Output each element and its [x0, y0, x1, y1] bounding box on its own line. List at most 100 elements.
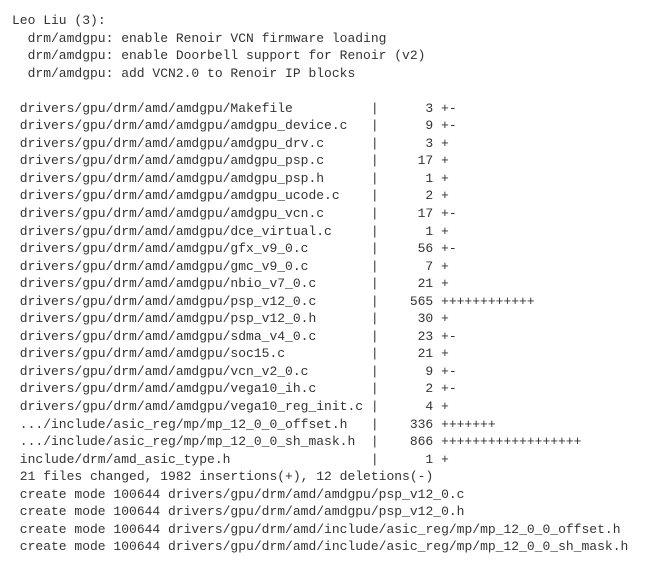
- diffstat-graph: +-: [441, 380, 457, 398]
- diffstat-separator: |: [363, 433, 386, 451]
- diffstat-file: drivers/gpu/drm/amd/amdgpu/amdgpu_drv.c: [20, 135, 363, 153]
- diffstat-count: 1: [386, 451, 441, 469]
- diffstat-count: 2: [386, 187, 441, 205]
- commit-message: drm/amdgpu: enable Renoir VCN firmware l…: [12, 30, 658, 48]
- diffstat-count: 21: [386, 345, 441, 363]
- diffstat-graph: +: [441, 451, 449, 469]
- diffstat-separator: |: [363, 363, 386, 381]
- diffstat-row: drivers/gpu/drm/amd/amdgpu/amdgpu_psp.c|…: [20, 152, 658, 170]
- diffstat-graph: +-: [441, 205, 457, 223]
- diffstat-row: drivers/gpu/drm/amd/amdgpu/amdgpu_drv.c|…: [20, 135, 658, 153]
- summary-line: 21 files changed, 1982 insertions(+), 12…: [12, 468, 658, 486]
- diffstat-row: drivers/gpu/drm/amd/amdgpu/vcn_v2_0.c|9+…: [20, 363, 658, 381]
- diffstat-separator: |: [363, 223, 386, 241]
- diffstat-row: drivers/gpu/drm/amd/amdgpu/gfx_v9_0.c|56…: [20, 240, 658, 258]
- diffstat-count: 56: [386, 240, 441, 258]
- diffstat-file: drivers/gpu/drm/amd/amdgpu/soc15.c: [20, 345, 363, 363]
- diffstat-separator: |: [363, 275, 386, 293]
- diffstat-count: 4: [386, 398, 441, 416]
- diffstat-count: 21: [386, 275, 441, 293]
- diffstat-graph: +: [441, 310, 449, 328]
- diffstat-separator: |: [363, 100, 386, 118]
- diffstat-file: drivers/gpu/drm/amd/amdgpu/dce_virtual.c: [20, 223, 363, 241]
- diffstat-separator: |: [363, 240, 386, 258]
- diffstat-count: 2: [386, 380, 441, 398]
- diffstat-file: drivers/gpu/drm/amd/amdgpu/nbio_v7_0.c: [20, 275, 363, 293]
- create-mode-line: create mode 100644 drivers/gpu/drm/amd/a…: [12, 486, 658, 504]
- diffstat-graph: +: [441, 223, 449, 241]
- diffstat-block: drivers/gpu/drm/amd/amdgpu/Makefile|3+-d…: [12, 100, 658, 468]
- diffstat-row: .../include/asic_reg/mp/mp_12_0_0_offset…: [20, 416, 658, 434]
- diffstat-row: drivers/gpu/drm/amd/amdgpu/psp_v12_0.h|3…: [20, 310, 658, 328]
- diffstat-file: include/drm/amd_asic_type.h: [20, 451, 363, 469]
- diffstat-graph: ++++++++++++: [441, 293, 535, 311]
- diffstat-separator: |: [363, 451, 386, 469]
- diffstat-file: drivers/gpu/drm/amd/amdgpu/vega10_reg_in…: [20, 398, 363, 416]
- diffstat-row: drivers/gpu/drm/amd/amdgpu/amdgpu_ucode.…: [20, 187, 658, 205]
- diffstat-count: 3: [386, 100, 441, 118]
- diffstat-row: include/drm/amd_asic_type.h|1+: [20, 451, 658, 469]
- diffstat-file: drivers/gpu/drm/amd/amdgpu/gfx_v9_0.c: [20, 240, 363, 258]
- diffstat-row: drivers/gpu/drm/amd/amdgpu/Makefile|3+-: [20, 100, 658, 118]
- diffstat-row: drivers/gpu/drm/amd/amdgpu/vega10_ih.c|2…: [20, 380, 658, 398]
- diffstat-file: drivers/gpu/drm/amd/amdgpu/psp_v12_0.h: [20, 310, 363, 328]
- spacer: [12, 82, 658, 100]
- diffstat-graph: +-: [441, 100, 457, 118]
- create-mode-line: create mode 100644 drivers/gpu/drm/amd/a…: [12, 503, 658, 521]
- diffstat-count: 17: [386, 152, 441, 170]
- diffstat-row: drivers/gpu/drm/amd/amdgpu/psp_v12_0.c|5…: [20, 293, 658, 311]
- diffstat-graph: +-: [441, 117, 457, 135]
- diffstat-count: 9: [386, 117, 441, 135]
- diffstat-count: 23: [386, 328, 441, 346]
- diffstat-count: 17: [386, 205, 441, 223]
- diffstat-count: 30: [386, 310, 441, 328]
- diffstat-file: drivers/gpu/drm/amd/amdgpu/amdgpu_vcn.c: [20, 205, 363, 223]
- diffstat-separator: |: [363, 416, 386, 434]
- commit-message: drm/amdgpu: add VCN2.0 to Renoir IP bloc…: [12, 65, 658, 83]
- diffstat-separator: |: [363, 152, 386, 170]
- diffstat-file: .../include/asic_reg/mp/mp_12_0_0_offset…: [20, 416, 363, 434]
- diffstat-separator: |: [363, 135, 386, 153]
- diffstat-count: 9: [386, 363, 441, 381]
- diffstat-file: drivers/gpu/drm/amd/amdgpu/psp_v12_0.c: [20, 293, 363, 311]
- diffstat-graph: +-: [441, 363, 457, 381]
- diffstat-count: 866: [386, 433, 441, 451]
- diffstat-graph: +: [441, 170, 449, 188]
- diffstat-graph: +: [441, 152, 449, 170]
- diffstat-separator: |: [363, 187, 386, 205]
- diffstat-count: 565: [386, 293, 441, 311]
- diffstat-count: 336: [386, 416, 441, 434]
- diffstat-separator: |: [363, 345, 386, 363]
- diffstat-separator: |: [363, 310, 386, 328]
- diffstat-graph: +-: [441, 240, 457, 258]
- diffstat-file: drivers/gpu/drm/amd/amdgpu/vega10_ih.c: [20, 380, 363, 398]
- diffstat-separator: |: [363, 380, 386, 398]
- author-line: Leo Liu (3):: [12, 12, 658, 30]
- diffstat-graph: ++++++++++++++++++: [441, 433, 581, 451]
- diffstat-count: 7: [386, 258, 441, 276]
- diffstat-file: .../include/asic_reg/mp/mp_12_0_0_sh_mas…: [20, 433, 363, 451]
- diffstat-file: drivers/gpu/drm/amd/amdgpu/amdgpu_ucode.…: [20, 187, 363, 205]
- diffstat-graph: +: [441, 135, 449, 153]
- diffstat-graph: +: [441, 258, 449, 276]
- diffstat-file: drivers/gpu/drm/amd/amdgpu/vcn_v2_0.c: [20, 363, 363, 381]
- diffstat-row: drivers/gpu/drm/amd/amdgpu/amdgpu_device…: [20, 117, 658, 135]
- diffstat-count: 1: [386, 170, 441, 188]
- diffstat-file: drivers/gpu/drm/amd/amdgpu/Makefile: [20, 100, 363, 118]
- diffstat-separator: |: [363, 258, 386, 276]
- diffstat-row: drivers/gpu/drm/amd/amdgpu/vega10_reg_in…: [20, 398, 658, 416]
- diffstat-separator: |: [363, 117, 386, 135]
- diffstat-graph: +: [441, 187, 449, 205]
- diffstat-file: drivers/gpu/drm/amd/amdgpu/gmc_v9_0.c: [20, 258, 363, 276]
- diffstat-graph: +: [441, 398, 449, 416]
- diffstat-separator: |: [363, 328, 386, 346]
- diffstat-file: drivers/gpu/drm/amd/amdgpu/sdma_v4_0.c: [20, 328, 363, 346]
- diffstat-row: drivers/gpu/drm/amd/amdgpu/gmc_v9_0.c|7+: [20, 258, 658, 276]
- diffstat-separator: |: [363, 170, 386, 188]
- commit-message: drm/amdgpu: enable Doorbell support for …: [12, 47, 658, 65]
- diffstat-row: drivers/gpu/drm/amd/amdgpu/amdgpu_vcn.c|…: [20, 205, 658, 223]
- diffstat-row: drivers/gpu/drm/amd/amdgpu/dce_virtual.c…: [20, 223, 658, 241]
- diffstat-file: drivers/gpu/drm/amd/amdgpu/amdgpu_device…: [20, 117, 363, 135]
- diffstat-graph: +++++++: [441, 416, 496, 434]
- diffstat-separator: |: [363, 293, 386, 311]
